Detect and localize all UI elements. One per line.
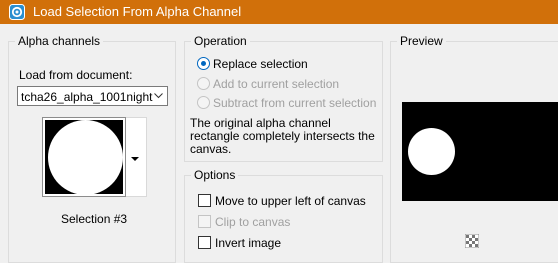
- selection-thumbnail[interactable]: [42, 117, 126, 197]
- clip-to-canvas-label[interactable]: Clip to canvas: [215, 215, 290, 229]
- add-selection-label[interactable]: Add to current selection: [213, 77, 339, 91]
- dropdown-arrow-icon: [131, 157, 139, 161]
- note-line: canvas.: [190, 142, 232, 156]
- options-legend: Options: [191, 168, 239, 182]
- move-upper-left-label[interactable]: Move to upper left of canvas: [215, 194, 366, 208]
- window-title: Load Selection From Alpha Channel: [33, 4, 242, 19]
- invert-image-label[interactable]: Invert image: [215, 236, 281, 250]
- selection-dropdown-button[interactable]: [126, 117, 147, 197]
- move-upper-left-checkbox[interactable]: [198, 194, 211, 207]
- replace-selection-label[interactable]: Replace selection: [213, 57, 308, 71]
- invert-image-checkbox[interactable]: [198, 236, 211, 249]
- chevron-down-icon: [154, 93, 163, 99]
- title-bar[interactable]: Load Selection From Alpha Channel: [0, 0, 558, 24]
- operation-note: The original alpha channel rectangle com…: [190, 117, 380, 156]
- subtract-selection-label[interactable]: Subtract from current selection: [213, 96, 376, 110]
- preview-legend: Preview: [397, 34, 446, 48]
- selection-name-label: Selection #3: [61, 212, 128, 226]
- operation-legend: Operation: [191, 34, 250, 48]
- document-select[interactable]: tcha26_alpha_1001night: [17, 86, 168, 106]
- document-select-value: tcha26_alpha_1001night: [21, 90, 153, 104]
- app-icon: [9, 4, 25, 20]
- alpha-channels-legend: Alpha channels: [15, 34, 104, 48]
- subtract-selection-radio[interactable]: [197, 96, 210, 109]
- replace-selection-radio[interactable]: [197, 57, 210, 70]
- preview-image: [402, 102, 558, 201]
- add-selection-radio[interactable]: [197, 77, 210, 90]
- checkerboard-icon[interactable]: [465, 234, 479, 248]
- thumbnail-circle-shape: [48, 120, 123, 195]
- preview-circle-shape: [408, 128, 455, 175]
- load-from-label: Load from document:: [19, 68, 133, 82]
- clip-to-canvas-checkbox[interactable]: [198, 215, 211, 228]
- thumbnail-background: [45, 120, 123, 195]
